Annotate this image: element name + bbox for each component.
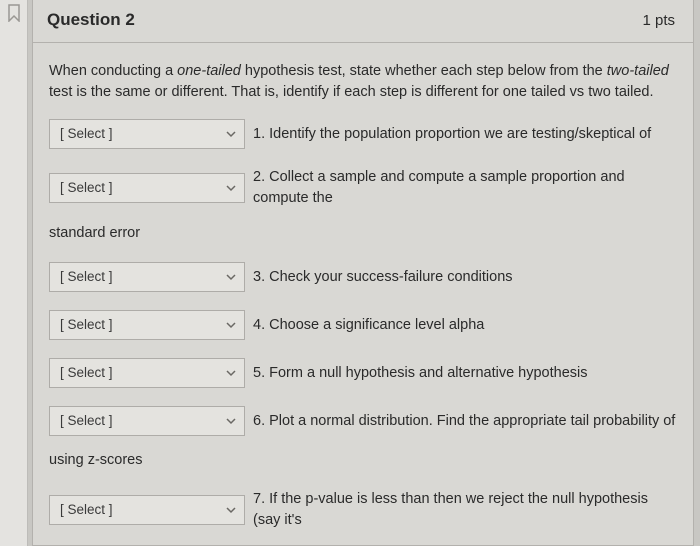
step-text: 7. If the p-value is less than then we r…	[253, 489, 677, 531]
select-placeholder: [ Select ]	[60, 178, 113, 198]
step-select[interactable]: [ Select ]	[49, 310, 245, 340]
step-select[interactable]: [ Select ]	[49, 119, 245, 149]
step-select[interactable]: [ Select ]	[49, 406, 245, 436]
step-select[interactable]: [ Select ]	[49, 173, 245, 203]
step-select[interactable]: [ Select ]	[49, 495, 245, 525]
select-placeholder: [ Select ]	[60, 411, 113, 431]
step-select[interactable]: [ Select ]	[49, 358, 245, 388]
instruction-text: When conducting a one-tailed hypothesis …	[49, 61, 677, 103]
chevron-down-icon	[226, 183, 236, 193]
question-points: 1 pts	[642, 12, 675, 29]
chevron-down-icon	[226, 368, 236, 378]
step-trail-text: standard error	[49, 223, 677, 244]
step-text: 3. Check your success-failure conditions	[253, 267, 677, 288]
step-text: 5. Form a null hypothesis and alternativ…	[253, 363, 677, 384]
select-placeholder: [ Select ]	[60, 124, 113, 144]
question-card: Question 2 1 pts When conducting a one-t…	[32, 0, 694, 546]
question-header: Question 2 1 pts	[33, 0, 693, 43]
chevron-down-icon	[226, 416, 236, 426]
chevron-down-icon	[226, 505, 236, 515]
step-row: [ Select ] 6. Plot a normal distribution.…	[49, 406, 677, 471]
step-select[interactable]: [ Select ]	[49, 262, 245, 292]
step-row: [ Select ] 1. Identify the population pro…	[49, 119, 677, 149]
question-title: Question 2	[47, 10, 135, 30]
step-text: 1. Identify the population proportion we…	[253, 124, 677, 145]
step-row: [ Select ] 2. Collect a sample and comput…	[49, 167, 677, 244]
step-row: [ Select ] 3. Check your success-failure …	[49, 262, 677, 292]
bookmark-icon	[6, 4, 22, 22]
step-text: 4. Choose a significance level alpha	[253, 315, 677, 336]
step-row: [ Select ] 5. Form a null hypothesis and …	[49, 358, 677, 388]
chevron-down-icon	[226, 320, 236, 330]
left-gutter	[0, 0, 28, 546]
select-placeholder: [ Select ]	[60, 500, 113, 520]
select-placeholder: [ Select ]	[60, 267, 113, 287]
select-placeholder: [ Select ]	[60, 363, 113, 383]
step-row: [ Select ] 7. If the p-value is less than…	[49, 489, 677, 546]
chevron-down-icon	[226, 129, 236, 139]
step-trail-text: using z-scores	[49, 450, 677, 471]
step-row: [ Select ] 4. Choose a significance level…	[49, 310, 677, 340]
question-body: When conducting a one-tailed hypothesis …	[33, 43, 693, 546]
step-text: 6. Plot a normal distribution. Find the …	[253, 411, 677, 432]
step-text: 2. Collect a sample and compute a sample…	[253, 167, 677, 209]
select-placeholder: [ Select ]	[60, 315, 113, 335]
chevron-down-icon	[226, 272, 236, 282]
